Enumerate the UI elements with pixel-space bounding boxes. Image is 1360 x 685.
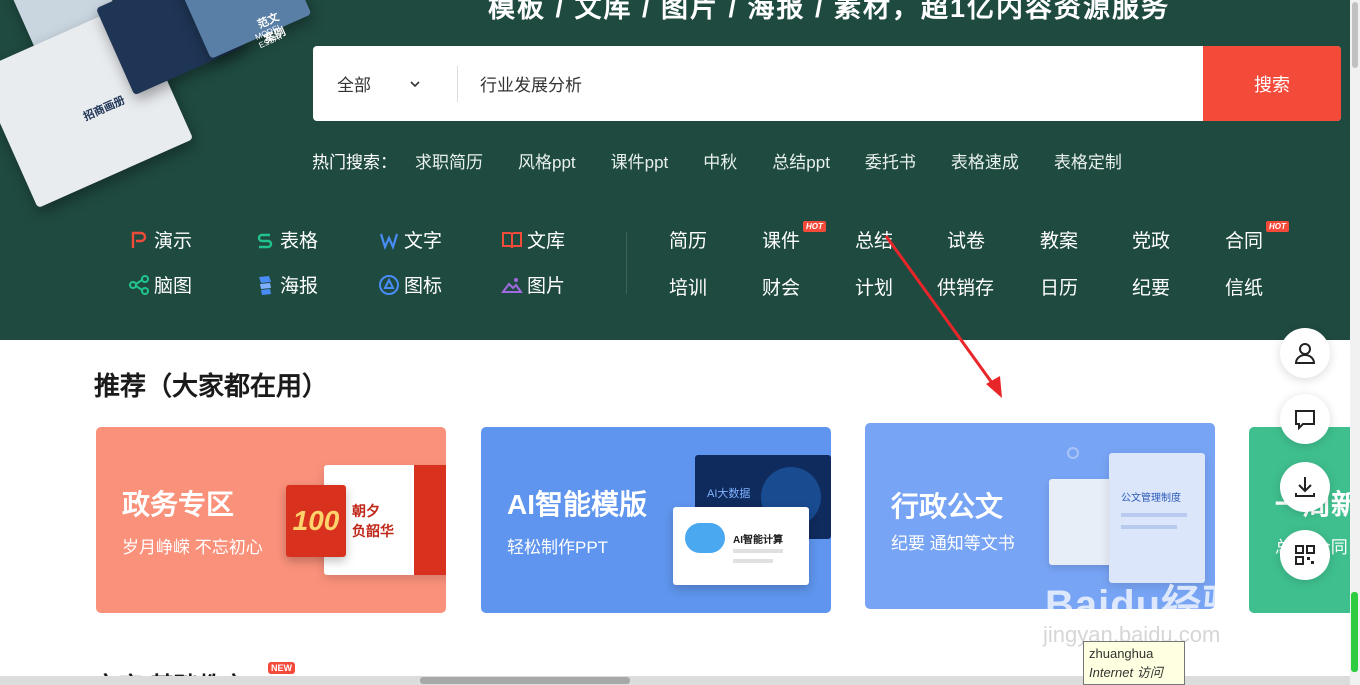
app-label: 文字 xyxy=(404,231,443,252)
card-title: 行政公文 xyxy=(891,491,1004,522)
hot-badge: HOT xyxy=(1266,221,1289,232)
app-writer[interactable]: 文字 xyxy=(378,226,442,253)
card-image-text: 朝夕 xyxy=(352,503,380,519)
category-link[interactable]: 党政 xyxy=(1132,226,1170,253)
card-subtitle: 轻松制作PPT xyxy=(507,538,609,557)
card-title: AI智能模版 xyxy=(507,489,648,520)
app-presentation[interactable]: 演示 xyxy=(128,226,192,253)
user-icon xyxy=(1294,343,1316,364)
search-bar: 全部 搜索 xyxy=(313,46,1341,121)
page-root: 招商画册 范文案例 MODEL ESSAY 模板 / 文库 / 图片 / 海报 … xyxy=(0,0,1360,685)
hot-keyword[interactable]: 中秋 xyxy=(703,148,737,173)
hot-keyword[interactable]: 总结ppt xyxy=(772,148,830,173)
vertical-scrollbar[interactable] xyxy=(1350,0,1360,685)
book-icon xyxy=(501,229,523,251)
hot-search-label: 热门搜索： xyxy=(312,153,397,172)
app-icons[interactable]: 图标 xyxy=(378,271,442,298)
poster-icon xyxy=(254,274,276,296)
category-link[interactable]: 培训 xyxy=(669,273,707,300)
app-shortcuts: 演示 表格 文字 文库 脑图 海报 图标 图片 xyxy=(128,222,608,302)
card-image-100: 100 xyxy=(286,485,346,557)
card-subtitle: 岁月峥嵘 不忘初心 xyxy=(122,538,263,557)
search-button[interactable]: 搜索 xyxy=(1203,46,1341,121)
app-poster[interactable]: 海报 xyxy=(254,271,318,298)
app-label: 图片 xyxy=(527,276,566,297)
category-link[interactable]: 教案 xyxy=(1040,226,1078,253)
writer-w-icon xyxy=(378,229,400,251)
recommend-card-ai-template[interactable]: AI智能模版 轻松制作PPT AI大数据 AI智能计算 xyxy=(481,427,831,613)
card-image: AI智能计算 xyxy=(673,507,809,585)
hot-keyword[interactable]: 风格ppt xyxy=(518,148,576,173)
tooltip: zhuanghua Internet 访问 xyxy=(1083,641,1185,685)
chat-icon xyxy=(1295,410,1315,431)
category-link[interactable]: 日历 xyxy=(1040,273,1078,300)
banner-decoration-cards: 招商画册 范文案例 MODEL ESSAY xyxy=(0,0,312,209)
sheet-s-icon xyxy=(254,229,276,251)
category-link[interactable]: 财会 xyxy=(762,273,800,300)
icon-circle-icon xyxy=(378,274,400,296)
qrcode-icon xyxy=(1295,545,1315,565)
app-library[interactable]: 文库 xyxy=(501,226,565,253)
new-badge: NEW xyxy=(268,662,295,674)
recommend-card-government[interactable]: 政务专区 岁月峥嵘 不忘初心 朝夕 负韶华 100 xyxy=(96,427,446,613)
scrollbar-thumb[interactable] xyxy=(1352,2,1358,68)
card-image-text: 负韶华 xyxy=(352,523,394,539)
recommend-title: 推荐（大家都在用） xyxy=(94,371,329,401)
download-button[interactable] xyxy=(1280,462,1330,512)
category-link[interactable]: 课件 xyxy=(762,226,800,253)
tooltip-line: Internet 访问 xyxy=(1089,665,1163,680)
hot-keyword[interactable]: 表格速成 xyxy=(951,148,1019,173)
category-link[interactable]: 合同 xyxy=(1225,226,1263,253)
search-input[interactable] xyxy=(458,46,1203,121)
card-image-text: AI大数据 xyxy=(707,488,751,500)
card-subtitle: 纪要 通知等文书 xyxy=(891,534,1015,553)
scrollbar-thumb[interactable] xyxy=(420,677,630,684)
chat-button[interactable] xyxy=(1280,394,1330,444)
hero-banner: 招商画册 范文案例 MODEL ESSAY 模板 / 文库 / 图片 / 海报 … xyxy=(0,0,1350,340)
card-title: 政务专区 xyxy=(122,489,235,520)
hot-badge: HOT xyxy=(803,221,826,232)
nav-divider xyxy=(626,232,627,294)
user-button[interactable] xyxy=(1280,328,1330,378)
app-label: 脑图 xyxy=(154,276,193,297)
hot-keyword[interactable]: 求职简历 xyxy=(415,148,483,173)
app-mindmap[interactable]: 脑图 xyxy=(128,271,192,298)
card-image-text: AI智能计算 xyxy=(733,535,783,546)
search-category-dropdown[interactable]: 全部 xyxy=(313,46,457,121)
category-link[interactable]: 简历 xyxy=(669,226,707,253)
chevron-down-icon xyxy=(410,80,420,87)
annotation-arrow xyxy=(884,235,1002,398)
app-label: 海报 xyxy=(280,276,319,297)
presentation-p-icon xyxy=(128,229,150,251)
download-icon xyxy=(1295,477,1315,497)
scroll-indicator xyxy=(1351,592,1358,672)
search-category-label: 全部 xyxy=(337,76,371,95)
hot-keyword[interactable]: 课件ppt xyxy=(611,148,669,173)
card-image-text: 公文管理制度 xyxy=(1121,493,1181,504)
app-label: 文库 xyxy=(527,231,566,252)
hot-keyword[interactable]: 委托书 xyxy=(865,148,916,173)
decorative-circle xyxy=(1067,447,1079,459)
recommend-card-weekly-new[interactable]: 一周新 总结 合同 xyxy=(1249,427,1360,613)
app-label: 表格 xyxy=(280,231,319,252)
app-label: 演示 xyxy=(154,231,193,252)
card-image: 公文管理制度 xyxy=(1109,453,1205,583)
hot-search-bar: 热门搜索： 求职简历 风格ppt 课件ppt 中秋 总结ppt 委托书 表格速成… xyxy=(312,148,1157,173)
category-link[interactable]: 纪要 xyxy=(1132,273,1170,300)
qrcode-button[interactable] xyxy=(1280,530,1330,580)
hot-keyword[interactable]: 表格定制 xyxy=(1054,148,1122,173)
app-label: 图标 xyxy=(404,276,443,297)
banner-slogan: 模板 / 文库 / 图片 / 海报 / 素材，超1亿内容资源服务 xyxy=(488,0,1171,23)
mindmap-icon xyxy=(128,274,150,296)
app-images[interactable]: 图片 xyxy=(501,271,565,298)
app-sheet[interactable]: 表格 xyxy=(254,226,318,253)
image-icon xyxy=(501,274,523,296)
category-link[interactable]: 信纸 xyxy=(1225,273,1263,300)
tooltip-line: zhuanghua xyxy=(1089,646,1154,661)
